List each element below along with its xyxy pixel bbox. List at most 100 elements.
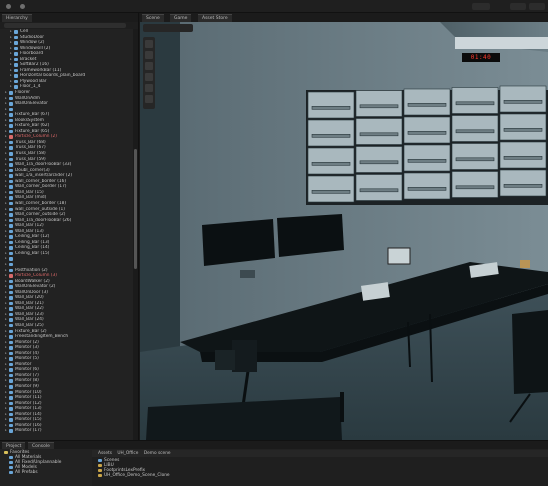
gameobject-icon <box>14 35 18 40</box>
gameobject-icon <box>9 257 13 261</box>
gameobject-icon <box>14 57 18 62</box>
account-icon[interactable] <box>6 4 11 9</box>
cloud-icon[interactable] <box>20 4 25 9</box>
scene-viewport[interactable] <box>140 22 548 440</box>
cctv-screen <box>355 118 403 145</box>
gameobject-icon <box>9 379 13 383</box>
gameobject-icon <box>9 423 13 428</box>
cctv-detail <box>311 134 351 138</box>
cctv-detail <box>407 159 447 163</box>
cctv-detail <box>407 103 447 107</box>
gameobject-icon <box>9 218 13 223</box>
breadcrumb-item[interactable]: Demo scene <box>144 451 171 456</box>
gameobject-icon <box>9 335 13 339</box>
gameobject-icon <box>9 96 13 101</box>
breadcrumb: Assets UH_Office Demo scene <box>92 450 548 457</box>
hierarchy-scrollbar[interactable] <box>133 29 138 440</box>
gameobject-icon <box>9 368 13 372</box>
gameobject-icon <box>14 52 18 56</box>
breadcrumb-item[interactable]: Assets <box>98 451 112 456</box>
star-icon <box>4 451 8 454</box>
gameobject-icon <box>9 285 13 289</box>
hand-tool-icon[interactable] <box>145 40 153 48</box>
cctv-detail <box>359 132 399 137</box>
cctv-detail <box>407 131 447 135</box>
cctv-screen <box>307 175 355 203</box>
hierarchy-search-input[interactable] <box>4 23 126 28</box>
search-icon <box>9 466 13 469</box>
gameobject-icon <box>9 174 13 178</box>
gameobject-icon <box>9 346 13 350</box>
cctv-screen <box>307 147 355 175</box>
gameobject-icon <box>9 146 13 150</box>
scene-tabs: Scene Game Asset Store <box>140 13 548 22</box>
gameobject-icon <box>9 229 13 234</box>
cctv-screen <box>499 85 547 113</box>
rotate-tool-icon[interactable] <box>145 62 153 70</box>
gameobject-icon <box>9 135 13 139</box>
expand-arrow-icon[interactable]: ▸ <box>5 428 7 434</box>
gameobject-icon <box>9 118 13 123</box>
gameobject-icon <box>9 163 13 167</box>
cctv-detail <box>455 101 495 106</box>
cctv-screen <box>403 88 451 116</box>
gameobject-icon <box>9 129 13 134</box>
favorite-item[interactable]: All Prefabs <box>0 470 90 475</box>
gameobject-icon <box>9 296 13 300</box>
gameobject-icon <box>9 329 13 334</box>
gameobject-icon <box>9 240 13 245</box>
tab-project[interactable]: Project <box>2 442 26 449</box>
gameobject-icon <box>9 157 13 162</box>
cctv-screen <box>355 90 403 117</box>
cctv-detail <box>503 156 543 160</box>
tab-hierarchy[interactable]: Hierarchy <box>2 14 32 22</box>
favorites-tree: Favorites All Materials All Fixed/Unplann… <box>0 450 90 486</box>
gameobject-icon <box>9 262 13 267</box>
gameobject-icon <box>9 213 13 217</box>
hierarchy-item[interactable]: ▸ Monitor (17) <box>0 428 133 434</box>
tab-game[interactable]: Game <box>170 14 192 22</box>
tab-console[interactable]: Console <box>28 442 54 449</box>
gameobject-icon <box>9 224 13 228</box>
cctv-screen <box>451 115 499 142</box>
move-tool-icon[interactable] <box>145 51 153 59</box>
main-toolbar <box>0 0 548 13</box>
scene-panel: Scene Game Asset Store 01:40 <box>140 13 548 440</box>
ceiling-light <box>455 37 548 49</box>
gameobject-icon <box>9 301 13 306</box>
tab-asset-store[interactable]: Asset Store <box>198 14 232 22</box>
cctv-screen <box>499 141 547 169</box>
cctv-detail <box>311 162 351 166</box>
tab-scene[interactable]: Scene <box>142 14 164 22</box>
rect-tool-icon[interactable] <box>145 84 153 92</box>
cctv-screen <box>499 169 547 197</box>
cctv-detail <box>407 187 447 191</box>
cctv-screen <box>307 91 355 119</box>
gameobject-icon <box>14 63 18 67</box>
layout-dropdown[interactable] <box>529 3 545 10</box>
cctv-detail <box>311 106 351 110</box>
scene-tool-palette <box>143 37 155 109</box>
breadcrumb-item[interactable]: UH_Office <box>117 451 138 456</box>
cctv-detail <box>455 129 495 134</box>
folder-icon <box>98 474 102 477</box>
search-icon <box>9 471 13 474</box>
transform-tool-icon[interactable] <box>145 95 153 103</box>
favorite-item-label: All Prefabs <box>15 470 38 475</box>
layers-dropdown[interactable] <box>510 3 526 10</box>
cctv-screen <box>403 116 451 144</box>
gameobject-icon <box>9 401 13 406</box>
gameobject-icon <box>9 251 13 256</box>
scrollbar-thumb[interactable] <box>134 149 137 269</box>
cctv-screen <box>355 146 403 173</box>
gameobject-icon <box>9 113 13 117</box>
gameobject-icon <box>9 357 13 361</box>
gameobject-icon <box>14 30 18 34</box>
scene-view-toolbar[interactable] <box>143 24 193 32</box>
play-controls[interactable] <box>472 3 490 10</box>
project-panel: Project Console Favorites All Materials A… <box>0 440 548 486</box>
gameobject-icon <box>14 68 18 73</box>
gameobject-icon <box>9 290 13 295</box>
gameobject-icon <box>9 323 13 328</box>
scale-tool-icon[interactable] <box>145 73 153 81</box>
